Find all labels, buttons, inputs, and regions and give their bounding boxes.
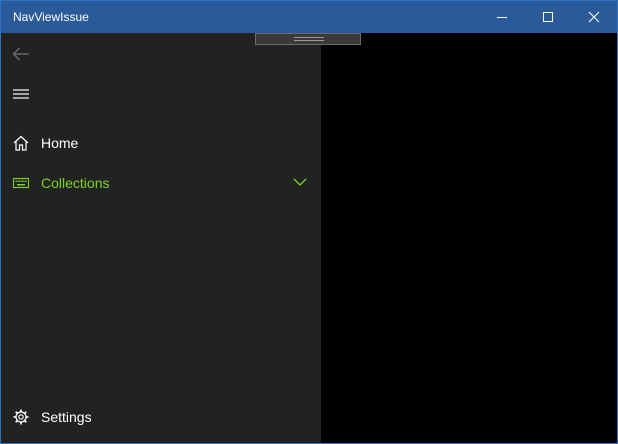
nav-item-settings[interactable]: Settings (1, 397, 321, 437)
window-title: NavViewIssue (13, 10, 89, 24)
maximize-icon (543, 12, 553, 22)
back-arrow-icon (12, 47, 29, 61)
chevron-down-icon[interactable] (293, 177, 307, 187)
hamburger-menu-button[interactable] (1, 74, 41, 114)
hamburger-icon (13, 89, 29, 99)
minimize-button[interactable] (479, 1, 525, 33)
content-frame (321, 33, 617, 443)
pane-drag-handle[interactable] (255, 33, 361, 45)
navigation-pane (1, 33, 321, 443)
app-window: NavViewIssue Home Collections Settings (0, 0, 618, 444)
keyboard-icon (13, 177, 29, 189)
nav-item-collections[interactable]: Collections (1, 163, 321, 203)
back-button[interactable] (1, 34, 41, 74)
nav-item-home[interactable]: Home (1, 123, 321, 163)
nav-item-label: Home (41, 135, 79, 151)
grip-line (294, 40, 324, 41)
title-bar[interactable]: NavViewIssue (1, 1, 617, 33)
nav-item-label: Settings (41, 409, 92, 425)
nav-item-label: Collections (41, 175, 110, 191)
grip-line (294, 37, 324, 38)
gear-icon (13, 409, 29, 425)
close-button[interactable] (571, 1, 617, 33)
home-icon (13, 135, 29, 151)
maximize-button[interactable] (525, 1, 571, 33)
close-icon (588, 11, 600, 23)
minimize-icon (497, 17, 507, 18)
